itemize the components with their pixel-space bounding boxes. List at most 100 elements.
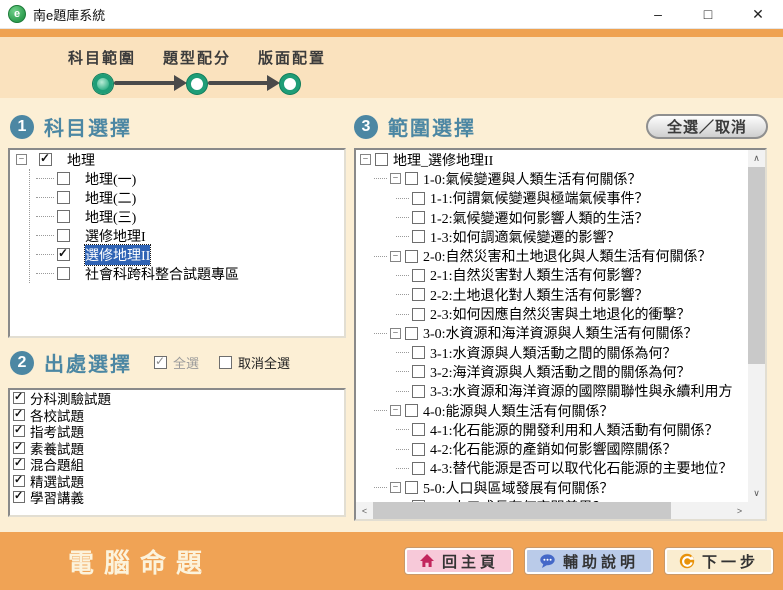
horizontal-scrollbar[interactable]: < > [356,502,748,519]
checkbox[interactable] [57,172,70,185]
main-area: 1 科目選擇 地理 地理(一) 地理(二) [0,98,783,532]
next-step-button[interactable]: 下一步 [665,548,773,574]
footer-bar: 電腦命題 回主頁 輔助說明 下一步 [0,532,783,590]
checkbox[interactable] [412,385,425,398]
tree-guide [374,487,387,488]
checkbox[interactable] [13,442,25,454]
collapse-icon[interactable] [16,154,27,165]
checkbox[interactable] [412,211,425,224]
step-label-subject-range: 科目範圍 [68,47,136,68]
checkbox[interactable] [412,192,425,205]
tree-row[interactable]: 4-0:能源與人類生活有何關係？ [356,401,748,420]
scroll-right-icon[interactable]: > [731,502,748,519]
tree-row-label: 4-3:替代能源是否可以取代化石能源的主要地位？ [430,458,733,478]
list-item[interactable]: 學習講義 [10,489,344,506]
accent-strip [0,29,783,37]
collapse-icon[interactable] [390,173,401,184]
home-button[interactable]: 回主頁 [405,548,513,574]
tree-row[interactable]: 1-1:何謂氣候變遷與極端氣候事件？ [356,189,748,208]
checkbox[interactable] [412,443,425,456]
tree-row[interactable]: 地理(二) [30,188,344,207]
maximize-button[interactable]: □ [683,0,733,28]
tree-row[interactable]: 2-3:如何因應自然災害與土地退化的衝擊？ [356,304,748,323]
help-button[interactable]: 輔助說明 [525,548,653,574]
tree-row[interactable]: 3-1:水資源與人類活動之間的關係為何？ [356,343,748,362]
subject-tree-children: 地理(一) 地理(二) 地理(三) 選修地理I [29,169,344,283]
collapse-icon[interactable] [390,405,401,416]
checkbox[interactable] [375,153,388,166]
checkbox[interactable] [412,346,425,359]
tree-row[interactable]: 3-0:水資源和海洋資源與人類生活有何關係？ [356,324,748,343]
tree-row[interactable]: 4-1:化石能源的開發利用和人類活動有何關係？ [356,420,748,439]
select-all-control[interactable]: 全選 [154,353,199,372]
tree-row[interactable]: 3-3:水資源和海洋資源的國際關聯性與永續利用方 [356,382,748,401]
checkbox[interactable] [13,475,25,487]
tree-row[interactable]: 1-2:氣候變遷如何影響人類的生活？ [356,208,748,227]
tree-row[interactable]: 1-0:氣候變遷與人類生活有何關係？ [356,169,748,188]
scroll-left-icon[interactable]: < [356,502,373,519]
checkbox[interactable] [13,392,25,404]
tree-guide [396,391,409,392]
deselect-all-control[interactable]: 取消全選 [219,353,290,372]
checkbox[interactable] [405,250,418,263]
tree-row-label: 地理 [67,150,95,170]
checkbox[interactable] [412,230,425,243]
checkbox[interactable] [412,288,425,301]
minimize-button[interactable]: – [633,0,683,28]
collapse-icon[interactable] [390,251,401,262]
collapse-icon[interactable] [390,328,401,339]
tree-row[interactable]: 選修地理I [30,226,344,245]
checkbox[interactable] [13,425,25,437]
checkbox[interactable] [412,462,425,475]
scroll-up-icon[interactable]: ∧ [748,150,765,167]
tree-row-root[interactable]: 地理 [10,150,344,169]
tree-guide [374,178,387,179]
tree-row[interactable]: 地理(三) [30,207,344,226]
tree-row[interactable]: 2-1:自然災害對人類生活有何影響？ [356,266,748,285]
select-all-toggle-button[interactable]: 全選／取消 [646,114,768,139]
checkbox[interactable] [412,365,425,378]
tree-row[interactable]: 選修地理II [30,245,344,264]
checkbox[interactable] [405,172,418,185]
checkbox[interactable] [412,423,425,436]
scroll-down-icon[interactable]: ∨ [748,485,765,502]
checkbox[interactable] [405,404,418,417]
tree-row-label: 3-2:海洋資源與人類活動之間的關係為何？ [430,362,691,382]
tree-row[interactable]: 2-0:自然災害和土地退化與人類生活有何關係？ [356,246,748,265]
step-circle-icon [187,74,207,94]
window-controls: – □ ✕ [633,0,783,28]
checkbox[interactable] [13,491,25,503]
tree-guide [396,217,409,218]
checkbox[interactable] [57,210,70,223]
checkbox[interactable] [13,409,25,421]
tree-row[interactable]: 地理_選修地理II [356,150,748,169]
checkbox[interactable] [57,267,70,280]
tree-row[interactable]: 地理(一) [30,169,344,188]
checkbox[interactable] [57,248,70,261]
tree-row[interactable]: 4-2:化石能源的產銷如何影響國際關係？ [356,439,748,458]
vertical-scroll-thumb[interactable] [748,167,765,364]
deselect-all-checkbox[interactable] [219,356,232,369]
tree-row[interactable]: 2-2:土地退化對人類生活有何影響？ [356,285,748,304]
tree-row[interactable]: 5-0:人口與區域發展有何關係？ [356,478,748,497]
tree-row[interactable]: 1-3:如何調適氣候變遷的影響？ [356,227,748,246]
tree-row[interactable]: 4-3:替代能源是否可以取代化石能源的主要地位？ [356,459,748,478]
tree-row[interactable]: 社會科跨科整合試題專區 [30,264,344,283]
close-button[interactable]: ✕ [733,0,783,28]
select-all-checkbox[interactable] [154,356,167,369]
scrollbar-corner [748,502,765,519]
vertical-scrollbar[interactable]: ∧ ∨ [748,150,765,502]
tree-row[interactable]: 3-2:海洋資源與人類活動之間的關係為何？ [356,362,748,381]
checkbox[interactable] [405,327,418,340]
tree-guide [396,468,409,469]
checkbox[interactable] [13,458,25,470]
checkbox[interactable] [412,308,425,321]
horizontal-scroll-thumb[interactable] [373,502,671,519]
collapse-icon[interactable] [390,482,401,493]
checkbox[interactable] [57,229,70,242]
checkbox[interactable] [57,191,70,204]
checkbox[interactable] [39,153,52,166]
checkbox[interactable] [405,481,418,494]
collapse-icon[interactable] [360,154,371,165]
checkbox[interactable] [412,269,425,282]
